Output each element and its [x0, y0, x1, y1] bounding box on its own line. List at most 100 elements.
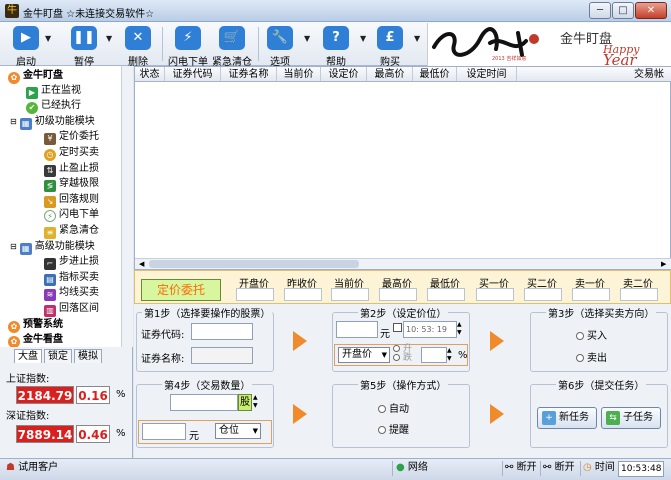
time-checkbox[interactable] [393, 323, 402, 332]
scroll-left-icon[interactable]: ◀ [139, 260, 144, 268]
sidebar-item-label: 均线买卖 [59, 287, 99, 298]
quantity-spinner-icon[interactable]: ▲ ▼ [253, 394, 258, 410]
sidebar-item-watch[interactable]: ✿ 金牛看盘 [8, 332, 63, 348]
pause-button[interactable]: ❚❚ 暂停 ▼ [62, 24, 112, 68]
sidebar-item-flash[interactable]: ⚡ 闪电下单 [44, 207, 99, 222]
radio-buy[interactable]: 买入 [576, 327, 607, 342]
sidebar-item-alert[interactable]: ✿ 预警系统 [8, 317, 63, 333]
quantity-input[interactable] [170, 394, 238, 411]
close-button[interactable]: ✕ [635, 2, 667, 19]
radio-sell-dot[interactable] [576, 354, 584, 362]
sidebar-group-advanced[interactable]: ⊟ ▦ 高级功能模块 [10, 239, 95, 255]
arrow-right-icon [490, 331, 504, 351]
col-set-price[interactable]: 设定价 [321, 67, 367, 81]
radio-down[interactable] [393, 354, 400, 361]
name-label: 证券名称: [141, 354, 185, 365]
radio-remind[interactable]: 提醒 [378, 421, 409, 436]
status-separator [392, 461, 393, 476]
scroll-right-icon[interactable]: ▶ [661, 260, 666, 268]
sidebar-item-indicator[interactable]: ▤ 指标买卖 [44, 270, 99, 286]
grid-hscrollbar[interactable]: ◀ ▶ [135, 258, 671, 269]
amount-input[interactable] [142, 423, 186, 440]
emergency-clear-button[interactable]: 🛒 紧急清仓 [210, 24, 254, 68]
task-grid[interactable] [134, 66, 671, 270]
quote-bid1-value [476, 288, 514, 301]
sub-task-button[interactable]: ⇆ 子任务 [601, 407, 661, 429]
radio-sell[interactable]: 卖出 [576, 349, 607, 364]
radio-auto[interactable]: 自动 [378, 400, 409, 415]
sidebar-item-breakout[interactable]: ≶ 穿越极限 [44, 176, 99, 192]
buy-dropdown-icon[interactable]: ▼ [414, 34, 420, 43]
col-set-time[interactable]: 设定时间 [457, 67, 517, 81]
pound-icon: £ [377, 26, 403, 50]
price-mode-select[interactable]: 开盘价 ▼ [338, 347, 390, 363]
status-separator [540, 461, 541, 476]
tree-root[interactable]: ✿ 金牛盯盘 [8, 68, 63, 84]
new-task-button[interactable]: + 新任务 [537, 407, 597, 429]
time-input[interactable]: 10: 53: 19 [403, 321, 457, 338]
sidebar-item-label: 步进止损 [59, 256, 99, 267]
sidebar-item-emergency[interactable]: ≡ 紧急清仓 [44, 223, 99, 239]
sub-task-icon: ⇆ [606, 411, 620, 425]
code-input[interactable] [191, 323, 253, 340]
sidebar-item-drop-zone[interactable]: ▥ 回落区间 [44, 301, 99, 317]
sidebar-item-pullback[interactable]: ↘ 回落规则 [44, 192, 99, 208]
col-current[interactable]: 当前价 [277, 67, 321, 81]
sidebar-item-ma-trade[interactable]: ≋ 均线买卖 [44, 285, 99, 301]
help-dropdown-icon[interactable]: ▼ [360, 34, 366, 43]
pct-spinner-icon[interactable]: ▲ ▼ [447, 347, 452, 363]
ad-banner[interactable]: 2013 吉祥如意 金牛盯盘 Happy Year [427, 23, 671, 66]
collapse-icon[interactable]: ⊟ [10, 117, 17, 126]
tab-sim[interactable]: 模拟 [74, 349, 102, 363]
pause-dropdown-icon[interactable]: ▼ [106, 34, 112, 43]
price-input[interactable] [336, 321, 378, 338]
sidebar-item-executed[interactable]: ✔ 已经执行 [26, 98, 81, 114]
status-time-value: 10:53:48 [618, 461, 665, 477]
col-name[interactable]: 证券名称 [221, 67, 277, 81]
pct-input[interactable] [421, 347, 447, 363]
amount-unit: 元 [189, 431, 199, 442]
tab-market[interactable]: 大盘 [14, 349, 42, 363]
sidebar-item-step-loss[interactable]: ⌐ 步进止损 [44, 254, 99, 270]
sidebar-item-stop-loss[interactable]: ⇅ 止盈止损 [44, 161, 99, 177]
radio-up[interactable] [393, 345, 400, 352]
status-separator [502, 461, 503, 476]
sidebar-scrollbar[interactable] [121, 66, 133, 347]
flash-order-button[interactable]: ⚡ 闪电下单 [166, 24, 210, 68]
sidebar-item-monitoring[interactable]: ▶ 正在监视 [26, 83, 81, 99]
position-select[interactable]: 仓位 ▼ [215, 423, 261, 439]
col-code[interactable]: 证券代码 [165, 67, 221, 81]
col-low[interactable]: 最低价 [413, 67, 457, 81]
sub-task-label: 子任务 [623, 412, 653, 423]
sidebar-group-basic[interactable]: ⊟ ▦ 初级功能模块 [10, 114, 95, 130]
time-spinner-icon[interactable]: ▲ ▼ [457, 321, 462, 337]
sidebar-item-label: 金牛看盘 [23, 334, 63, 345]
title-bar: 牛 金牛盯盘 ☆未连接交易软件☆ ─ □ ✕ [0, 0, 671, 22]
minimize-button[interactable]: ─ [589, 2, 611, 19]
options-button[interactable]: 🔧 选项 ▼ [262, 24, 310, 68]
col-account[interactable]: 交易帐 [627, 67, 671, 81]
radio-auto-dot[interactable] [378, 405, 386, 413]
help-button[interactable]: ? 帮助 ▼ [316, 24, 366, 68]
quote-open-value [236, 288, 274, 301]
updown-radio[interactable]: 升跌 [393, 345, 412, 363]
sz-pct: % [116, 428, 126, 439]
col-status[interactable]: 状态 [135, 67, 165, 81]
scroll-thumb[interactable] [149, 260, 359, 268]
maximize-button[interactable]: □ [612, 2, 634, 19]
collapse-icon[interactable]: ⊟ [10, 242, 17, 251]
sidebar-item-timed-trade[interactable]: ◷ 定时买卖 [44, 145, 99, 161]
sidebar-item-label: 已经执行 [41, 100, 81, 111]
delete-button[interactable]: ✕ 删除 [118, 24, 158, 68]
options-dropdown-icon[interactable]: ▼ [304, 34, 310, 43]
sidebar-item-limit-order[interactable]: ¥ 定价委托 [44, 129, 99, 145]
col-high[interactable]: 最高价 [367, 67, 413, 81]
radio-buy-dot[interactable] [576, 332, 584, 340]
tab-lock[interactable]: 锁定 [44, 349, 72, 363]
step5-title: 第5步（操作方式） [358, 377, 449, 392]
start-dropdown-icon[interactable]: ▼ [45, 34, 51, 43]
start-button[interactable]: ▶ 启动 ▼ [4, 24, 51, 68]
radio-remind-dot[interactable] [378, 426, 386, 434]
buy-button[interactable]: £ 购买 ▼ [372, 24, 420, 68]
toolbar-separator [162, 27, 163, 61]
